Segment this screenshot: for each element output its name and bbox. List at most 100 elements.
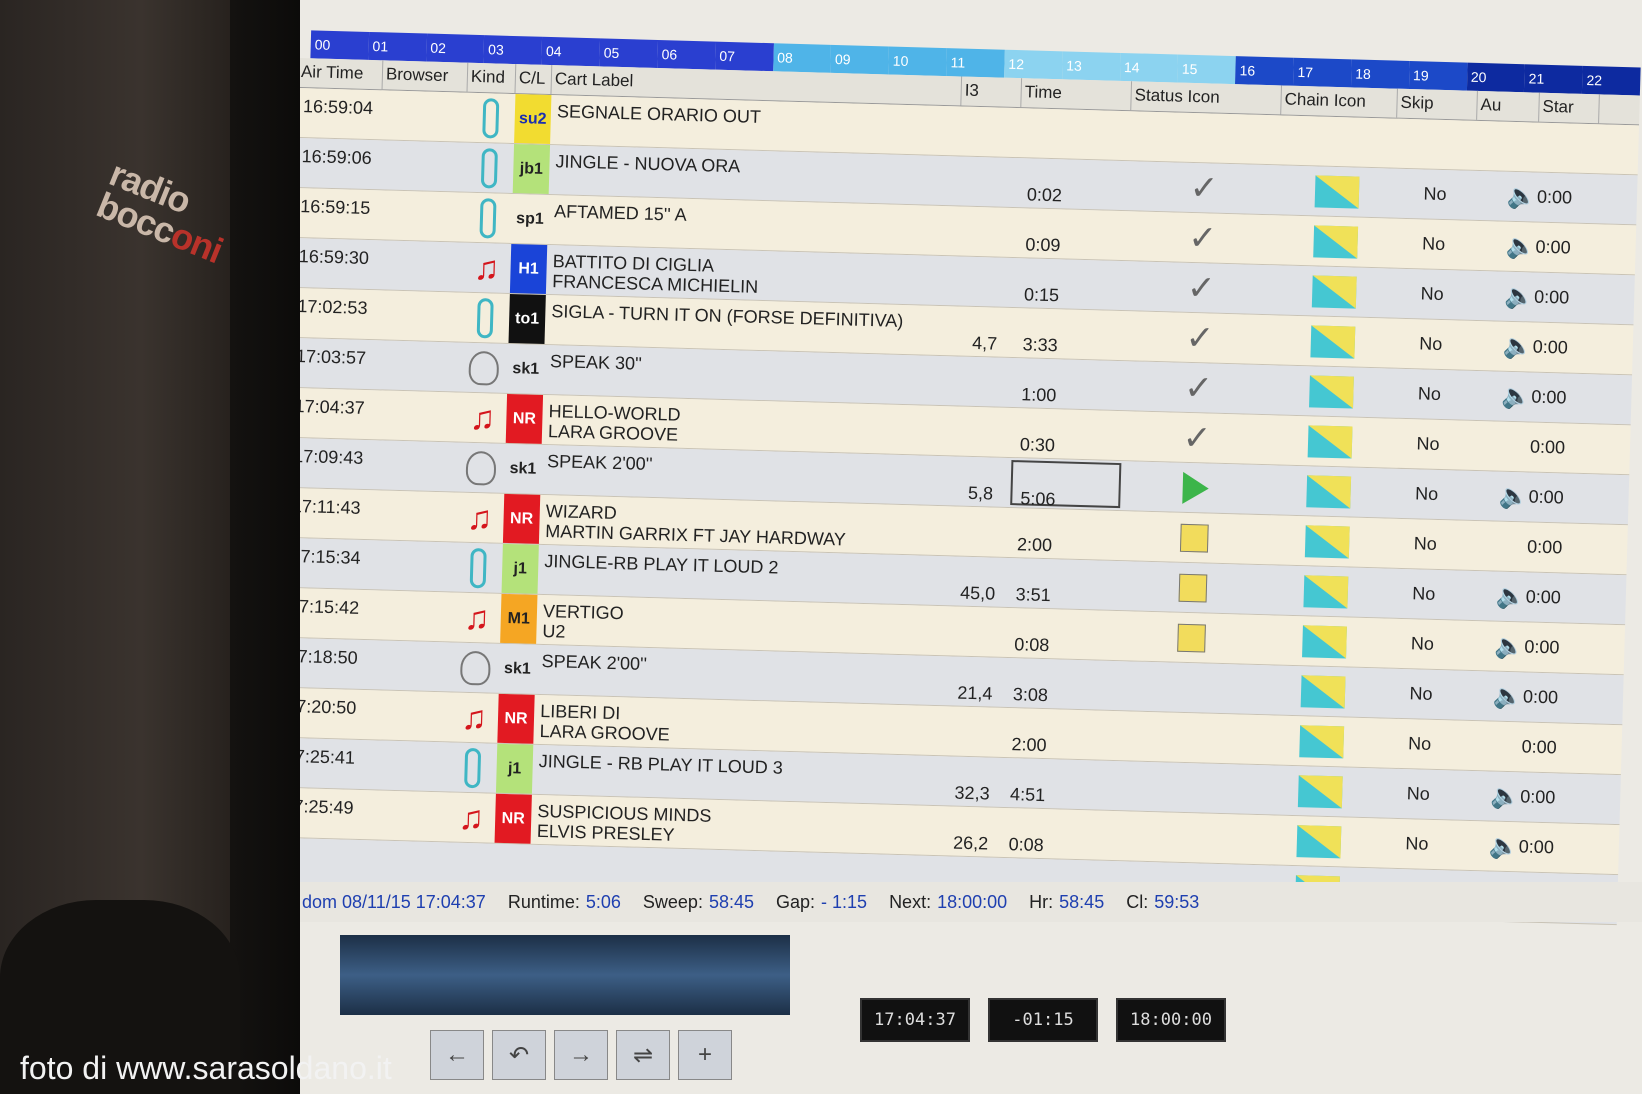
audio-cell[interactable]: 🔈 — [1458, 771, 1521, 822]
timeline-hour[interactable]: 02 — [425, 33, 485, 64]
skip-cell[interactable]: No — [1386, 469, 1467, 520]
timeline-hour[interactable]: 22 — [1582, 65, 1641, 96]
chain-icon-cell[interactable] — [1260, 815, 1377, 867]
status-icon-cell[interactable]: ✓ — [1124, 311, 1275, 364]
timeline-hour[interactable]: 13 — [1061, 51, 1121, 81]
audio-cell[interactable] — [1467, 421, 1530, 472]
skip-cell[interactable]: No — [1382, 618, 1463, 669]
skip-cell[interactable] — [1396, 119, 1477, 170]
status-icon-cell[interactable]: ✓ — [1127, 211, 1278, 264]
status-icon-cell[interactable] — [1114, 661, 1265, 714]
timeline-hour[interactable]: 12 — [1004, 49, 1063, 80]
status-icon-cell[interactable] — [1110, 811, 1261, 864]
col-start[interactable]: Star — [1539, 92, 1600, 124]
timeline-hour[interactable]: 11 — [946, 48, 1005, 78]
undo-button[interactable]: ↶ — [492, 1030, 546, 1080]
timeline-hour[interactable]: 03 — [483, 35, 543, 65]
chain-icon-cell[interactable] — [1277, 215, 1394, 267]
chain-icon-cell[interactable] — [1273, 365, 1390, 417]
timeline-hour[interactable]: 20 — [1466, 62, 1526, 93]
status-icon-cell[interactable] — [1117, 561, 1268, 614]
audio-cell[interactable]: 🔈 — [1469, 371, 1532, 422]
skip-cell[interactable]: No — [1393, 219, 1474, 270]
col-time[interactable]: Time — [1021, 78, 1133, 111]
audio-cell[interactable] — [1476, 121, 1539, 172]
timeline-hour[interactable]: 01 — [368, 31, 427, 62]
status-icon-cell[interactable]: ✓ — [1123, 361, 1274, 414]
timeline-hour[interactable]: 04 — [541, 36, 601, 67]
timeline-hour[interactable]: 09 — [830, 44, 890, 75]
status-icon-cell[interactable]: ✓ — [1128, 161, 1279, 214]
timeline-hour[interactable]: 10 — [888, 46, 948, 77]
skip-cell[interactable]: No — [1390, 319, 1471, 370]
timeline-hour[interactable]: 19 — [1408, 61, 1468, 91]
chain-icon-cell[interactable] — [1266, 615, 1383, 667]
col-skip[interactable]: Skip — [1397, 88, 1478, 120]
back-button[interactable]: ← — [430, 1030, 484, 1080]
skip-cell[interactable]: No — [1380, 668, 1461, 719]
chain-icon-cell[interactable] — [1270, 465, 1387, 517]
timeline-hour[interactable]: 05 — [599, 38, 658, 69]
col-au[interactable]: Au — [1477, 90, 1540, 122]
forward-button[interactable]: → — [554, 1030, 608, 1080]
audio-cell[interactable]: 🔈 — [1466, 471, 1529, 522]
col-chain-icon[interactable]: Chain Icon — [1281, 85, 1398, 118]
skip-cell[interactable]: No — [1385, 519, 1466, 570]
chain-icon-cell[interactable] — [1267, 565, 1384, 617]
chain-icon-cell[interactable] — [1262, 765, 1379, 817]
audio-cell[interactable]: 🔈 — [1462, 621, 1525, 672]
audio-cell[interactable]: 🔈 — [1460, 671, 1524, 722]
chain-icon-cell[interactable] — [1264, 665, 1381, 717]
status-icon-cell[interactable]: ✓ — [1126, 261, 1277, 314]
timeline-hour[interactable]: 17 — [1293, 57, 1352, 88]
add-button[interactable]: + — [678, 1030, 732, 1080]
timeline-hour[interactable]: 21 — [1524, 64, 1583, 94]
chain-icon-cell[interactable] — [1274, 315, 1391, 367]
audio-cell[interactable]: 🔈 — [1474, 171, 1538, 222]
audio-cell[interactable]: 🔈 — [1473, 221, 1536, 272]
chain-icon-cell[interactable] — [1269, 515, 1386, 567]
col-air-time[interactable]: Air Time — [300, 57, 384, 90]
status-icon-cell[interactable]: ✓ — [1121, 411, 1272, 464]
col-browser[interactable]: Browser — [382, 60, 469, 92]
timeline-hour[interactable]: 15 — [1177, 54, 1237, 85]
skip-cell[interactable]: No — [1376, 818, 1457, 869]
timeline-hour[interactable]: 00 — [310, 30, 369, 60]
timeline-hour[interactable]: 14 — [1119, 52, 1179, 83]
col-cl[interactable]: C/L — [515, 64, 553, 95]
audio-cell[interactable]: 🔈 — [1470, 321, 1534, 372]
timeline-hour[interactable]: 07 — [715, 41, 774, 72]
status-icon-cell[interactable] — [1112, 761, 1263, 814]
audio-cell[interactable]: 🔈 — [1463, 571, 1527, 622]
chain-icon-cell[interactable] — [1271, 415, 1388, 467]
skip-cell[interactable]: No — [1389, 369, 1470, 420]
skip-cell[interactable]: No — [1392, 269, 1473, 320]
audio-cell[interactable] — [1459, 721, 1522, 772]
audio-cell[interactable]: 🔈 — [1472, 271, 1535, 322]
skip-cell[interactable]: No — [1394, 169, 1475, 220]
status-icon-cell[interactable] — [1116, 611, 1267, 664]
skip-cell[interactable]: No — [1378, 768, 1459, 819]
timeline-hour[interactable]: 08 — [772, 43, 832, 73]
skip-cell[interactable]: No — [1379, 718, 1460, 769]
col-status-icon[interactable]: Status Icon — [1131, 81, 1282, 115]
timeline-hour[interactable]: 16 — [1235, 56, 1294, 86]
status-icon-cell[interactable] — [1113, 711, 1264, 764]
waveform-display[interactable] — [340, 935, 790, 1015]
chain-icon-cell[interactable] — [1263, 715, 1380, 767]
timeline-hour[interactable]: 18 — [1350, 59, 1410, 89]
status-icon-cell[interactable] — [1120, 461, 1271, 514]
chain-icon-cell[interactable] — [1278, 165, 1395, 217]
skip-cell[interactable]: No — [1383, 569, 1464, 620]
timeline-hour[interactable]: 06 — [657, 40, 716, 70]
skip-cell[interactable]: No — [1387, 419, 1468, 470]
col-kind[interactable]: Kind — [467, 62, 517, 94]
chain-icon-cell[interactable] — [1280, 115, 1397, 167]
col-i3[interactable]: I3 — [961, 76, 1023, 108]
audio-cell[interactable] — [1465, 521, 1528, 572]
status-icon-cell[interactable] — [1119, 511, 1270, 564]
status-icon-cell[interactable] — [1130, 111, 1281, 164]
swap-button[interactable]: ⇌ — [616, 1030, 670, 1080]
chain-icon-cell[interactable] — [1276, 265, 1393, 317]
audio-cell[interactable]: 🔈 — [1456, 821, 1520, 872]
